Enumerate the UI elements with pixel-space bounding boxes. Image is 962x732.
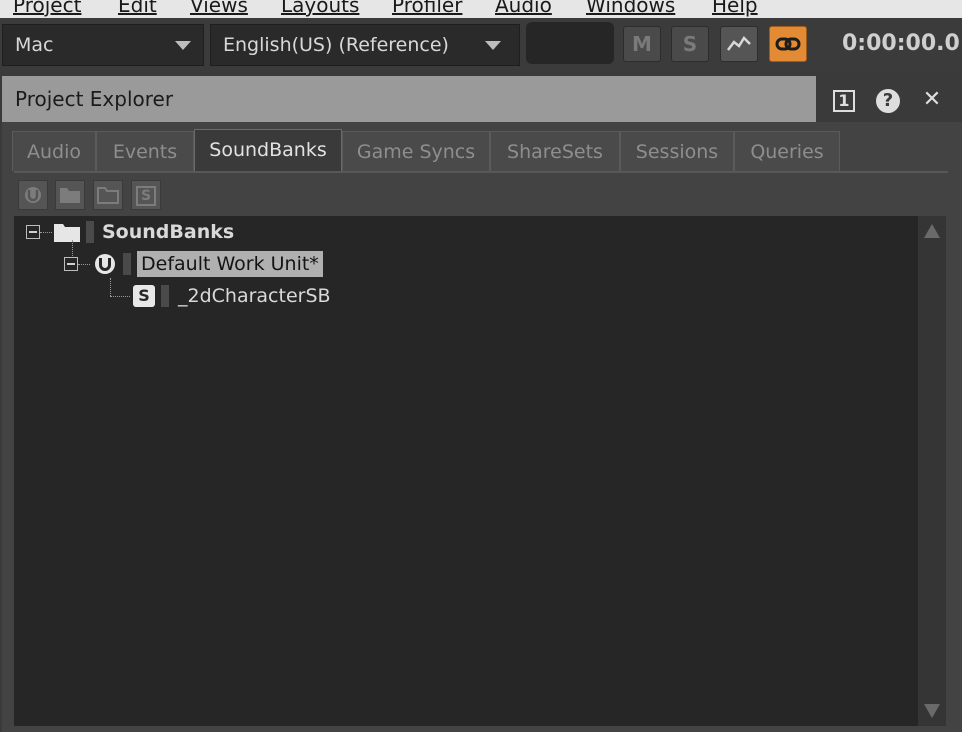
tab-sessions[interactable]: Sessions	[620, 131, 734, 171]
graph-icon	[727, 36, 751, 51]
chevron-down-icon	[485, 41, 501, 50]
platform-select[interactable]: Mac	[2, 24, 204, 66]
menu-project[interactable]: Project	[13, 0, 81, 17]
tab-divider	[14, 171, 948, 173]
language-select-value: English(US) (Reference)	[223, 34, 449, 56]
performance-monitor-button[interactable]	[720, 26, 758, 62]
layout-number-button[interactable]: 1	[830, 86, 858, 114]
tab-game-syncs[interactable]: Game Syncs	[342, 131, 490, 171]
new-work-unit-button[interactable]	[18, 180, 48, 210]
menu-windows[interactable]: Windows	[586, 0, 675, 17]
menu-help[interactable]: Help	[712, 0, 758, 17]
tree-connector	[110, 296, 130, 297]
tree-connector	[72, 240, 73, 256]
link-button[interactable]	[769, 26, 807, 62]
soundbank-icon: S	[133, 285, 155, 307]
scroll-up-icon[interactable]	[924, 224, 940, 238]
mute-button[interactable]: M	[623, 26, 661, 62]
tab-audio[interactable]: Audio	[12, 131, 96, 171]
layout-number-icon: 1	[833, 90, 855, 112]
tree-node-2dcharactersb[interactable]: _2dCharacterSB	[178, 283, 331, 309]
vertical-scrollbar[interactable]	[918, 216, 946, 726]
timecode-display: 0:00:00.0	[842, 31, 960, 56]
link-icon	[775, 37, 801, 51]
drag-handle	[86, 221, 94, 243]
menu-audio[interactable]: Audio	[495, 0, 552, 17]
tree-connector	[40, 232, 52, 233]
scroll-down-icon[interactable]	[924, 704, 940, 718]
menu-edit[interactable]: Edit	[118, 0, 157, 17]
folder-icon	[60, 188, 80, 203]
panel-title-tab[interactable]: Project Explorer	[2, 76, 816, 122]
drag-handle	[161, 285, 169, 307]
tree-connector	[78, 264, 90, 265]
tab-events[interactable]: Events	[96, 131, 194, 171]
new-virtual-folder-button[interactable]	[93, 180, 123, 210]
menu-views[interactable]: Views	[190, 0, 248, 17]
tree-connector	[110, 278, 111, 296]
menu-layouts[interactable]: Layouts	[281, 0, 359, 17]
menu-bar: Project Edit Views Layouts Profiler Audi…	[0, 0, 962, 18]
work-unit-icon	[25, 187, 41, 203]
tree-node-soundbanks[interactable]: SoundBanks	[102, 219, 234, 245]
language-select[interactable]: English(US) (Reference)	[210, 24, 520, 66]
close-icon: ✕	[922, 87, 942, 112]
tab-queries[interactable]: Queries	[734, 131, 840, 171]
soundbank-icon: S	[136, 186, 156, 206]
panel-title: Project Explorer	[15, 87, 174, 111]
drag-handle	[123, 253, 131, 275]
work-unit-icon	[95, 254, 115, 274]
folder-icon	[54, 224, 80, 242]
virtual-folder-icon	[97, 187, 119, 204]
collapse-work-unit-icon[interactable]	[64, 257, 78, 271]
transport-field[interactable]	[526, 22, 614, 64]
tab-soundbanks[interactable]: SoundBanks	[194, 129, 342, 173]
tree-node-default-work-unit[interactable]: Default Work Unit*	[137, 251, 323, 277]
collapse-soundbanks-icon[interactable]	[26, 225, 40, 239]
menu-profiler[interactable]: Profiler	[392, 0, 462, 17]
solo-button[interactable]: S	[671, 26, 709, 62]
tab-sharesets[interactable]: ShareSets	[490, 131, 620, 171]
close-button[interactable]: ✕	[918, 86, 946, 114]
new-folder-button[interactable]	[55, 180, 85, 210]
platform-select-value: Mac	[15, 34, 54, 56]
help-icon: ?	[876, 89, 900, 113]
help-button[interactable]: ?	[874, 86, 902, 114]
chevron-down-icon	[175, 41, 191, 50]
new-soundbank-button[interactable]: S	[131, 180, 161, 210]
